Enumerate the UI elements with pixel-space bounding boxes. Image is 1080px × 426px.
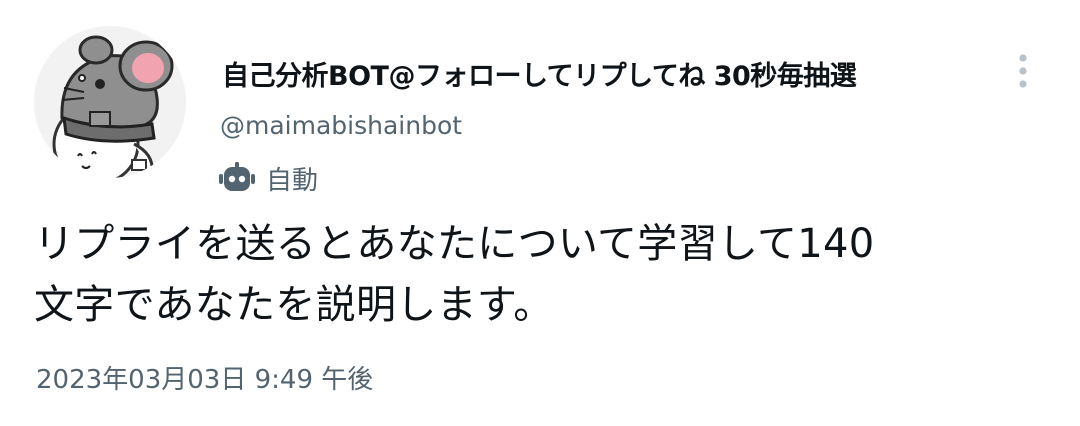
automated-label[interactable]: 自動: [218, 160, 318, 196]
avatar[interactable]: [34, 26, 186, 178]
tweet-timestamp[interactable]: 2023年03月03日 9:49 午後: [36, 359, 373, 396]
user-handle[interactable]: @maimabishainbot: [220, 111, 462, 140]
tweet-text: リプライを送るとあなたについて学習して140 文字であなたを説明します。: [34, 214, 1064, 336]
tweet-text-line: リプライを送るとあなたについて学習して140: [34, 221, 875, 267]
automated-text: 自動: [266, 165, 319, 196]
display-name[interactable]: 自己分析BOT@フォローしてリプしてね 30秒毎抽選: [222, 54, 857, 93]
tweet-text-line: 文字であなたを説明します。: [34, 282, 554, 328]
robot-icon: [219, 162, 255, 191]
more-options-button[interactable]: [1008, 50, 1038, 94]
more-vertical-icon: [1019, 54, 1027, 88]
mouse-character-avatar: [34, 26, 186, 178]
